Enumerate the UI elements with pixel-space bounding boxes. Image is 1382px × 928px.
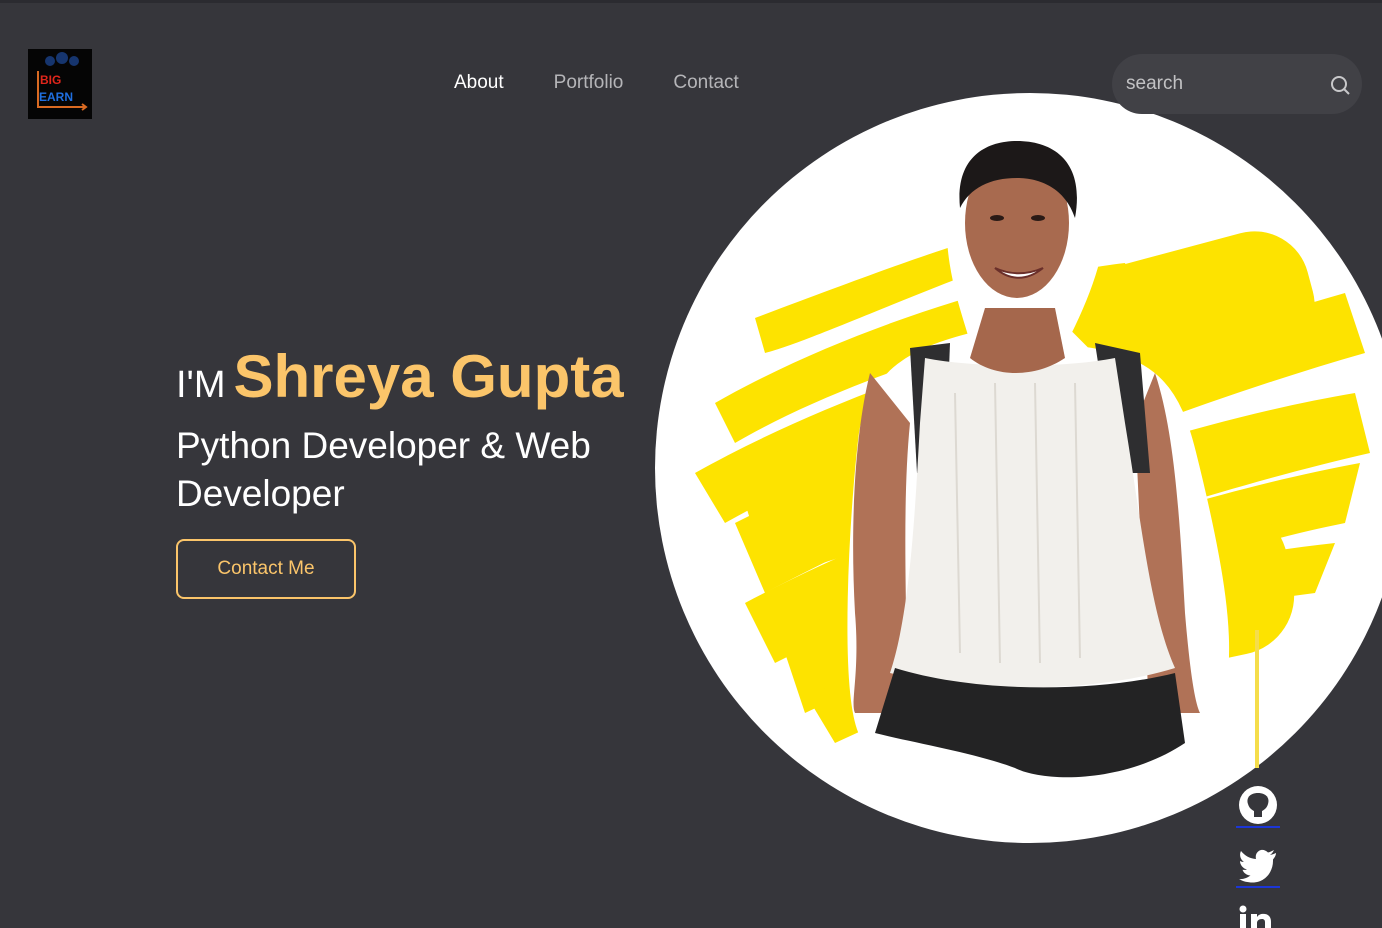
twitter-icon	[1239, 849, 1276, 883]
hero-name: Shreya Gupta	[233, 343, 624, 410]
github-icon	[1239, 786, 1277, 824]
hero-role: Python Developer & Web Developer	[176, 425, 591, 514]
logo[interactable]: BIG EARN	[28, 49, 92, 119]
linkedin-icon	[1239, 905, 1271, 928]
github-link[interactable]	[1236, 784, 1280, 828]
social-divider-line	[1255, 630, 1259, 768]
contact-me-button[interactable]: Contact Me	[176, 539, 356, 599]
nav-link-portfolio[interactable]: Portfolio	[554, 72, 624, 94]
logo-text-earn: EARN	[39, 90, 74, 104]
search-input[interactable]	[1124, 66, 1318, 102]
page: BIG EARN About Portfolio Contact search …	[0, 0, 1382, 928]
main-nav: About Portfolio Contact	[454, 72, 789, 94]
top-divider	[0, 0, 1382, 3]
search-box	[1112, 54, 1362, 114]
profile-portrait	[655, 93, 1382, 843]
github-underline	[1236, 826, 1280, 828]
linkedin-link[interactable]	[1236, 904, 1280, 928]
search-icon[interactable]	[1329, 74, 1351, 96]
hero-prefix: I'M	[176, 364, 226, 406]
hero-heading: I'M Shreya Gupta	[176, 342, 624, 411]
nav-link-contact[interactable]: Contact	[673, 72, 738, 94]
nav-link-about[interactable]: About	[454, 72, 504, 94]
twitter-underline	[1236, 886, 1280, 888]
twitter-link[interactable]	[1236, 844, 1280, 888]
logo-text-big: BIG	[40, 73, 62, 87]
